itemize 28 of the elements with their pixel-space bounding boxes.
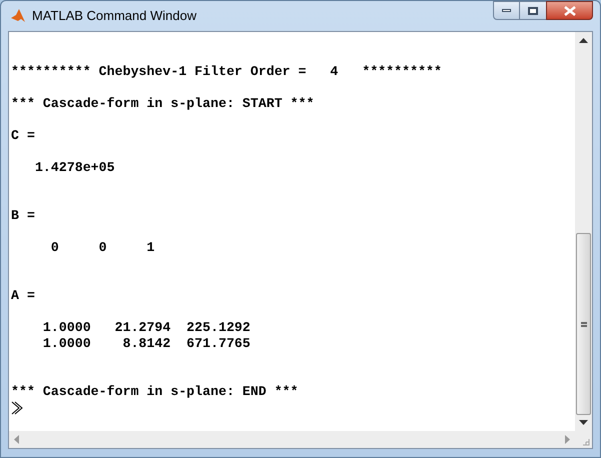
vertical-scrollbar[interactable] — [575, 32, 592, 431]
resize-grip-icon — [582, 438, 590, 446]
scroll-right-icon[interactable] — [565, 435, 571, 444]
console-message: ********** Chebyshev-1 Filter Order = 4 ********** — [11, 64, 442, 80]
variable-label: C = — [11, 128, 35, 144]
window-title: MATLAB Command Window — [32, 7, 196, 26]
prompt-icon — [11, 400, 23, 416]
variable-label: B = — [11, 208, 35, 224]
variable-value: 1.0000 8.8142 671.7765 — [42, 336, 250, 352]
maximize-button[interactable] — [520, 1, 546, 20]
matlab-logo-icon — [10, 8, 26, 24]
scrollbar-thumb[interactable] — [576, 233, 591, 415]
variable-value: 0 0 1 — [50, 240, 155, 256]
maximize-icon — [528, 6, 538, 14]
scroll-left-icon[interactable] — [13, 435, 19, 444]
close-icon — [564, 6, 576, 16]
variable-value: 1.0000 21.2794 225.1292 — [42, 320, 250, 336]
grip-icon — [580, 322, 586, 326]
variable-value: 1.4278e+05 — [34, 160, 115, 176]
minimize-button[interactable] — [493, 1, 520, 20]
scroll-up-icon[interactable] — [579, 37, 588, 43]
console-message: *** Cascade-form in s-plane: END *** — [11, 384, 298, 400]
console-message: *** Cascade-form in s-plane: START *** — [11, 96, 314, 112]
variable-label: A = — [11, 288, 35, 304]
minimize-icon — [502, 9, 511, 12]
horizontal-scrollbar[interactable] — [9, 431, 575, 448]
close-button[interactable] — [546, 1, 593, 20]
scroll-down-icon[interactable] — [579, 420, 588, 426]
